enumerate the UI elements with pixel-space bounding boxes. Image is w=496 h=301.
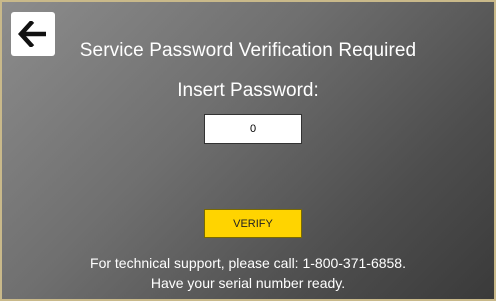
password-prompt-label: Insert Password: <box>177 80 319 101</box>
serial-number-note: Have your serial number ready. <box>150 275 346 291</box>
page-title: Service Password Verification Required <box>79 40 417 61</box>
password-input[interactable] <box>204 114 302 144</box>
verify-button[interactable]: VERIFY <box>204 209 302 238</box>
service-password-screen: Service Password Verification Required I… <box>0 0 496 301</box>
support-phone-text: For technical support, please call: 1-80… <box>90 255 406 271</box>
support-info: For technical support, please call: 1-80… <box>2 253 494 293</box>
